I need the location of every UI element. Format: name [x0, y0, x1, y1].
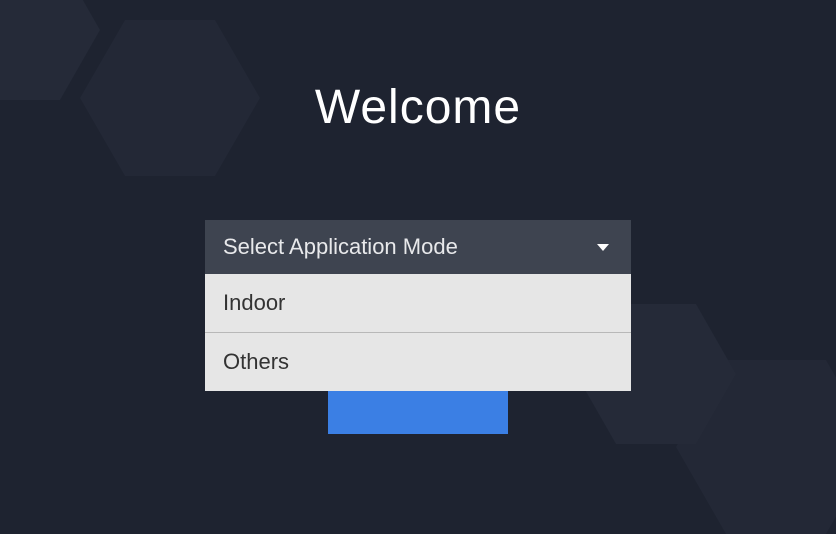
- dropdown-option-others[interactable]: Others: [205, 333, 631, 391]
- submit-button[interactable]: [328, 390, 508, 434]
- dropdown-header[interactable]: Select Application Mode: [205, 220, 631, 274]
- caret-down-icon: [597, 244, 609, 251]
- dropdown-option-indoor[interactable]: Indoor: [205, 274, 631, 333]
- dropdown-options-list: Indoor Others: [205, 274, 631, 391]
- application-mode-dropdown[interactable]: Select Application Mode Indoor Others: [205, 220, 631, 391]
- page-title: Welcome: [315, 80, 521, 135]
- dropdown-placeholder: Select Application Mode: [223, 234, 458, 260]
